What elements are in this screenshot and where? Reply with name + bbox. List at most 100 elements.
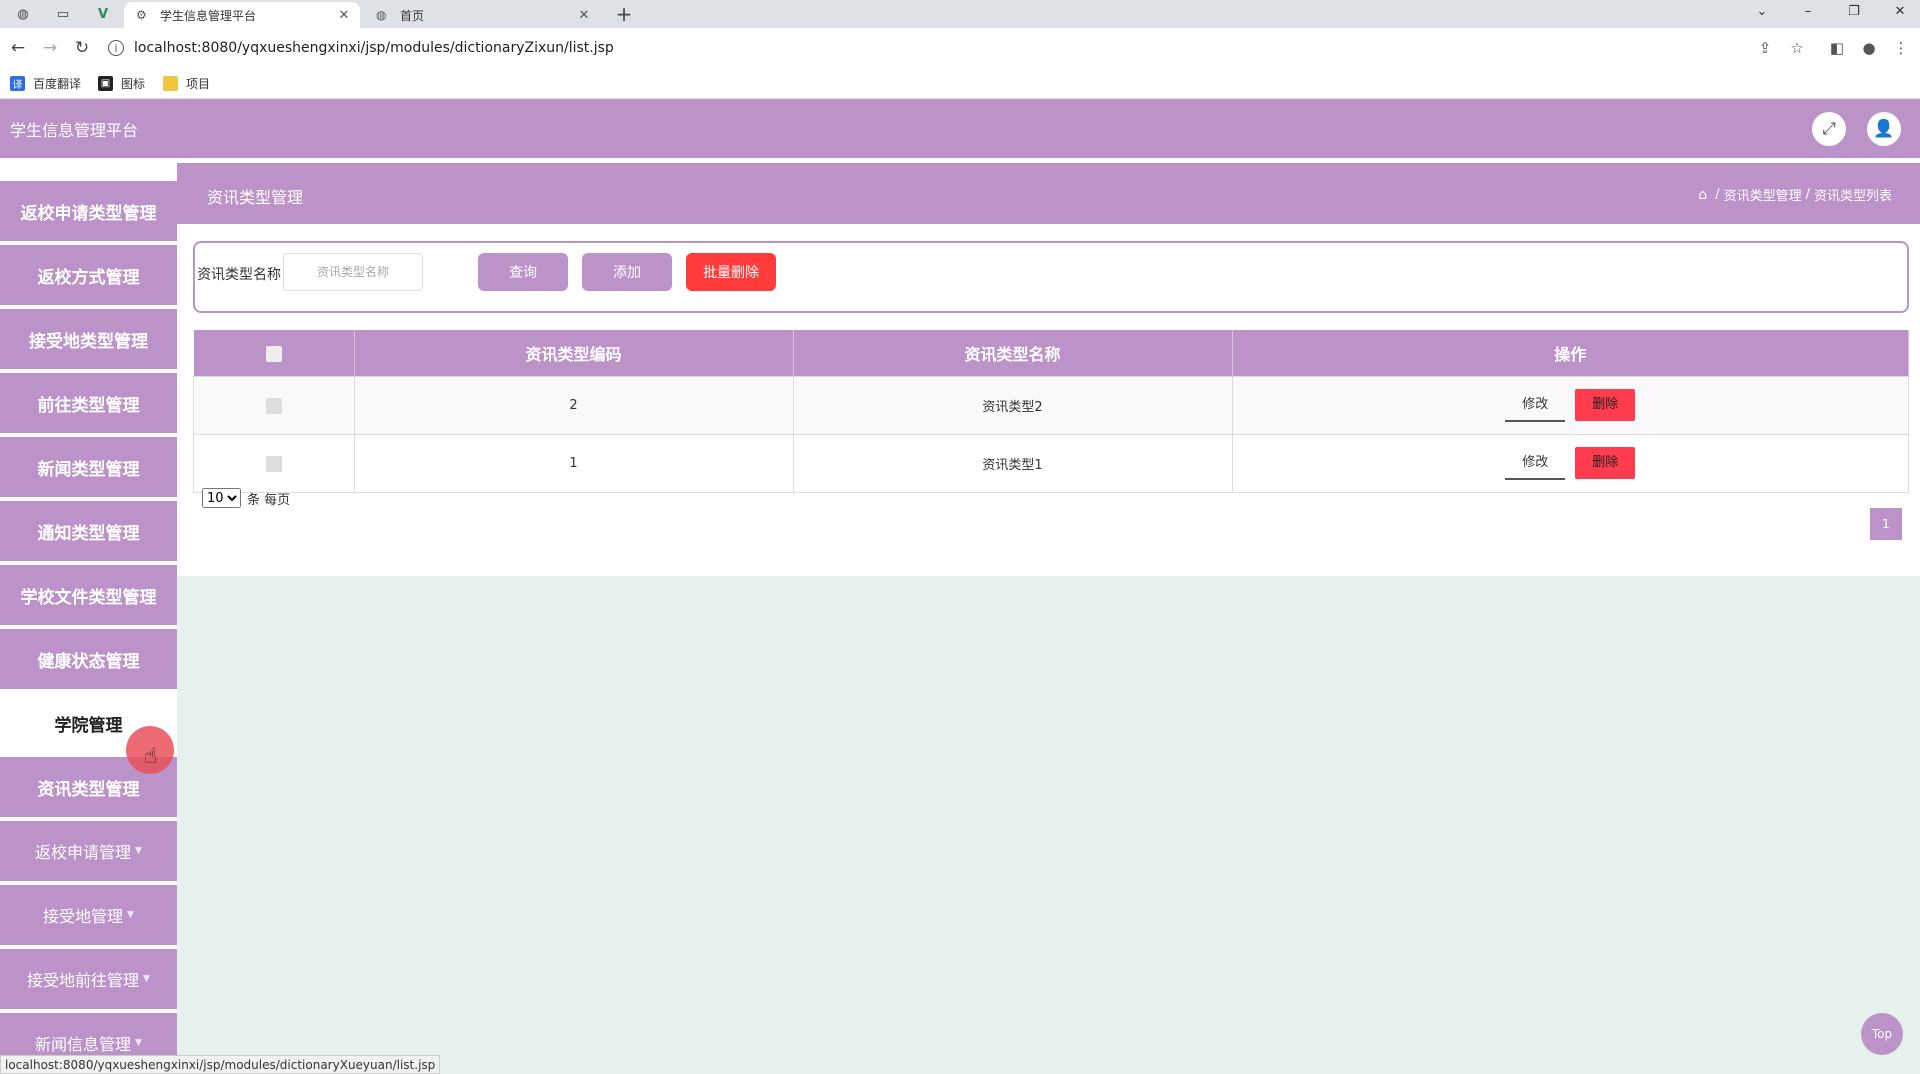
breadcrumb-separator: /	[1715, 187, 1720, 202]
table-row: 1 资讯类型1 修改 删除	[193, 434, 1909, 493]
address-bar[interactable]: i localhost:8080/yqxueshengxinxi/jsp/mod…	[108, 34, 1788, 62]
caret-down-icon: ▼	[135, 846, 142, 856]
browser-tab-bar: ◍ ▭ V ⚙ 学生信息管理平台 ✕ ◍ 首页 ✕ + ⌄ – ❐ ✕	[0, 0, 1920, 28]
sidebar-item-destination-type[interactable]: 前往类型管理	[0, 373, 177, 433]
row-checkbox[interactable]	[265, 397, 282, 414]
image-icon: ▣	[98, 75, 113, 91]
delete-button[interactable]: 删除	[1575, 389, 1636, 421]
close-window-icon[interactable]: ✕	[1880, 0, 1920, 22]
sidebar-item-return-method[interactable]: 返校方式管理	[0, 245, 177, 305]
new-tab-icon[interactable]: +	[612, 2, 636, 26]
sidebar-item-return-application-type[interactable]: 返校申请类型管理	[0, 181, 177, 241]
row-select-cell	[193, 376, 355, 435]
minimize-icon[interactable]: –	[1788, 0, 1828, 22]
actions-cell: 修改 删除	[1231, 376, 1909, 435]
bookmark-project[interactable]: 项目	[163, 72, 210, 94]
sidebar-item-receiving-place[interactable]: 接受地管理 ▼	[0, 885, 177, 945]
query-button[interactable]: 查询	[478, 253, 568, 291]
select-all-cell	[193, 330, 355, 377]
row-select-cell	[193, 434, 355, 493]
breadcrumb: ⌂ / 资讯类型管理 / 资讯类型列表	[1698, 185, 1892, 205]
search-panel: 资讯类型名称 查询 添加 批量删除	[193, 241, 1909, 313]
sidebar-item-receiving-place-type[interactable]: 接受地类型管理	[0, 309, 177, 369]
data-table: 资讯类型编码 资讯类型名称 操作 2 资讯类型2 修改 删除 1 资讯类型1 修改…	[193, 330, 1909, 493]
close-icon[interactable]: ✕	[334, 8, 354, 23]
reload-icon[interactable]: ↻	[70, 36, 94, 60]
tab-active[interactable]: ⚙ 学生信息管理平台 ✕	[124, 2, 360, 28]
batch-delete-button[interactable]: 批量删除	[686, 253, 776, 291]
sidebar-item-receiving-place-destination[interactable]: 接受地前往管理 ▼	[0, 949, 177, 1009]
vue-icon[interactable]: V	[92, 4, 114, 24]
page-size-control: 10 条 每页	[202, 488, 290, 508]
sidebar-item-label: 通知类型管理	[37, 523, 140, 544]
sidebar-item-health-status[interactable]: 健康状态管理	[0, 629, 177, 689]
blank-tab-icon[interactable]: ▭	[52, 4, 74, 24]
column-header: 资讯类型编码	[354, 330, 794, 377]
star-icon[interactable]: ☆	[1787, 38, 1807, 58]
back-icon[interactable]: ←	[6, 36, 30, 60]
table-header-row: 资讯类型编码 资讯类型名称 操作	[193, 330, 1909, 377]
globe-icon[interactable]: ◍	[12, 4, 34, 24]
breadcrumb-separator: /	[1805, 187, 1810, 202]
sidebar-item-label: 接受地管理	[43, 907, 124, 926]
sidebar-item-label: 资讯类型管理	[37, 779, 140, 800]
sidebar-item-news-type[interactable]: 新闻类型管理	[0, 437, 177, 497]
sidebar-item-notice-type[interactable]: 通知类型管理	[0, 501, 177, 561]
row-checkbox[interactable]	[265, 455, 282, 472]
forward-icon[interactable]: →	[38, 36, 62, 60]
edit-button[interactable]: 修改	[1505, 390, 1566, 422]
sidebar-item-label: 返校方式管理	[37, 267, 140, 288]
profile-icon[interactable]: ●	[1859, 38, 1879, 58]
edit-button[interactable]: 修改	[1505, 448, 1566, 480]
column-header: 资讯类型名称	[793, 330, 1233, 377]
sidebar: 返校申请类型管理 返校方式管理 接受地类型管理 前往类型管理 新闻类型管理 通知…	[0, 161, 177, 1072]
url-text[interactable]: localhost:8080/yqxueshengxinxi/jsp/modul…	[134, 40, 614, 56]
bookmark-baidu-translate[interactable]: 译 百度翻译	[10, 72, 81, 94]
tab-search-icon[interactable]: ⌄	[1742, 0, 1782, 22]
page-title: 资讯类型管理	[207, 188, 304, 207]
breadcrumb-item: 资讯类型列表	[1813, 189, 1892, 204]
user-icon[interactable]: 👤	[1867, 112, 1901, 146]
info-icon[interactable]: i	[108, 40, 124, 56]
fullscreen-icon[interactable]: ⤢	[1812, 112, 1846, 146]
browser-toolbar: ← → ↻ i localhost:8080/yqxueshengxinxi/j…	[0, 28, 1920, 68]
side-panel-icon[interactable]: ◧	[1827, 38, 1847, 58]
globe-icon: ◍	[376, 8, 387, 22]
sidebar-item-label: 返校申请管理	[35, 843, 132, 862]
sidebar-item-return-application[interactable]: 返校申请管理 ▼	[0, 821, 177, 881]
app-header: 学生信息管理平台 ⤢ 👤	[0, 99, 1920, 161]
sidebar-item-label: 接受地前往管理	[27, 971, 140, 990]
status-bar-url: localhost:8080/yqxueshengxinxi/jsp/modul…	[0, 1055, 441, 1074]
translate-icon: 译	[10, 75, 25, 91]
settings-icon: ⚙	[136, 8, 147, 22]
search-input[interactable]	[283, 253, 423, 291]
sidebar-item-label: 学院管理	[54, 715, 123, 736]
close-icon[interactable]: ✕	[574, 8, 594, 23]
name-cell: 资讯类型2	[792, 376, 1233, 435]
sidebar-item-school-file-type[interactable]: 学校文件类型管理	[0, 565, 177, 625]
hand-cursor-icon: ☝	[144, 744, 158, 769]
sidebar-item-label: 学校文件类型管理	[20, 587, 157, 608]
select-all-checkbox[interactable]	[265, 346, 282, 362]
column-header: 操作	[1232, 330, 1909, 377]
name-cell: 资讯类型1	[792, 434, 1233, 493]
search-label: 资讯类型名称	[197, 267, 281, 283]
page-size-select[interactable]: 10	[202, 488, 241, 508]
bookmark-icons[interactable]: ▣ 图标	[98, 72, 145, 94]
share-icon[interactable]: ⇪	[1755, 38, 1775, 58]
tab-home[interactable]: ◍ 首页 ✕	[364, 2, 600, 28]
menu-icon[interactable]: ⋮	[1891, 38, 1911, 58]
back-to-top-button[interactable]: Top	[1861, 1013, 1903, 1055]
bookmarks-bar: 译 百度翻译 ▣ 图标 项目	[0, 68, 1920, 99]
restore-icon[interactable]: ❐	[1834, 0, 1874, 22]
home-icon[interactable]: ⌂	[1698, 187, 1707, 203]
breadcrumb-item[interactable]: 资讯类型管理	[1724, 185, 1802, 204]
sidebar-item-label: 新闻信息管理	[35, 1035, 132, 1054]
delete-button[interactable]: 删除	[1575, 447, 1636, 479]
add-button[interactable]: 添加	[582, 253, 672, 291]
caret-down-icon: ▼	[127, 910, 134, 920]
actions-cell: 修改 删除	[1231, 434, 1909, 493]
sidebar-item-label: 健康状态管理	[37, 651, 140, 672]
code-cell: 2	[353, 376, 794, 435]
page-number-button[interactable]: 1	[1870, 508, 1902, 540]
